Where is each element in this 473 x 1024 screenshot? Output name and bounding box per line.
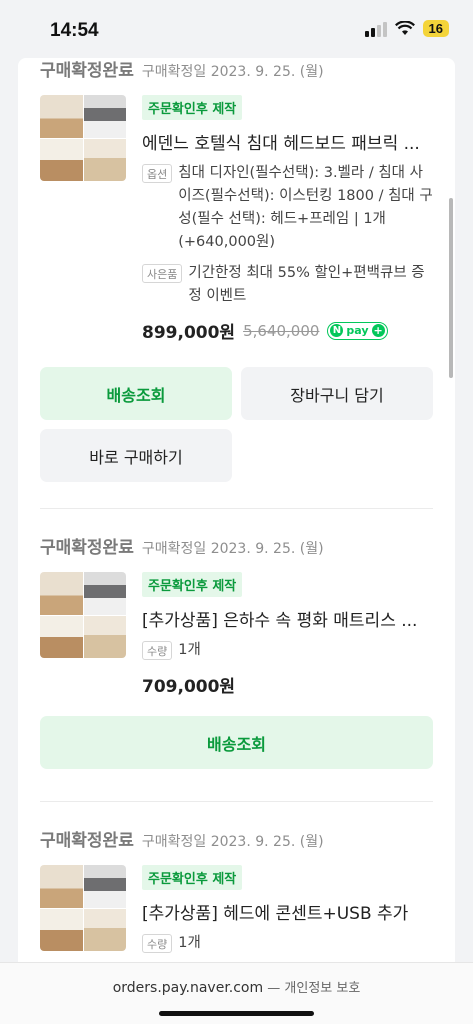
price-row: 899,000원 5,640,000 N pay + (142, 318, 433, 343)
confirm-date: 구매확정일 2023. 9. 25. (월) (141, 834, 324, 850)
home-indicator[interactable] (159, 1011, 314, 1016)
status-bar: 14:54 16 (0, 0, 473, 58)
battery-indicator: 16 (422, 20, 449, 37)
order-item: 구매확정완료 구매확정일 2023. 9. 25. (월) 주문확인후 제작 [… (18, 533, 455, 769)
option-tag: 옵션 (142, 164, 173, 183)
product-info: 주문확인후 제작 에덴느 호텔식 침대 헤드보드 패브릭 ... 옵션 침대 디… (142, 95, 433, 343)
order-list-page: 구매확정완료 구매확정일 2023. 9. 25. (월) 주문확인후 제작 에… (18, 58, 455, 978)
option-text: 침대 디자인(필수선택): 3.벨라 / 침대 사이즈(필수선택): 이스턴킹 … (178, 165, 433, 250)
product-row[interactable]: 주문확인후 제작 [추가상품] 은하수 속 평화 매트리스 ... 수량 1개 … (40, 572, 433, 697)
divider (40, 801, 433, 802)
product-thumbnail[interactable] (40, 95, 126, 181)
url-bar[interactable]: orders.pay.naver.com — 개인정보 보호 (0, 977, 473, 996)
quantity-text: 1개 (178, 642, 201, 658)
quantity-text: 1개 (178, 935, 201, 951)
product-thumbnail[interactable] (40, 572, 126, 658)
product-thumbnail[interactable] (40, 865, 126, 951)
npay-label: pay (346, 324, 369, 337)
status-icons: 16 (364, 20, 449, 37)
price-row: 709,000원 (142, 672, 433, 697)
order-item: 구매확정완료 구매확정일 2023. 9. 25. (월) 주문확인후 제작 에… (18, 58, 455, 482)
order-actions: 배송조회 장바구니 담기 바로 구매하기 (40, 367, 433, 482)
scrollbar[interactable] (449, 198, 453, 378)
quantity-row: 수량 1개 (142, 932, 433, 955)
made-to-order-badge: 주문확인후 제작 (142, 572, 243, 597)
order-header: 구매확정완료 구매확정일 2023. 9. 25. (월) (40, 533, 433, 558)
privacy-label: 개인정보 보호 (284, 981, 361, 996)
quantity-tag: 수량 (142, 641, 173, 660)
track-delivery-button[interactable]: 배송조회 (40, 367, 232, 420)
quantity-tag: 수량 (142, 934, 173, 953)
order-header: 구매확정완료 구매확정일 2023. 9. 25. (월) (40, 826, 433, 851)
gift-row: 사은품 기간한정 최대 55% 할인+편백큐브 증정 이벤트 (142, 262, 433, 308)
confirm-date: 구매확정일 2023. 9. 25. (월) (141, 64, 324, 80)
divider (40, 508, 433, 509)
order-status: 구매확정완료 (40, 538, 134, 558)
npay-n-icon: N (330, 324, 344, 337)
product-info: 주문확인후 제작 [추가상품] 은하수 속 평화 매트리스 ... 수량 1개 … (142, 572, 433, 697)
product-row[interactable]: 주문확인후 제작 [추가상품] 헤드에 콘센트+USB 추가 수량 1개 (40, 865, 433, 955)
url-domain: orders.pay.naver.com (112, 980, 264, 996)
price: 709,000원 (142, 677, 236, 697)
npay-plus-badge: N pay + (327, 321, 388, 340)
made-to-order-badge: 주문확인후 제작 (142, 865, 243, 890)
browser-bottom-bar: orders.pay.naver.com — 개인정보 보호 (0, 962, 473, 1024)
track-delivery-button[interactable]: 배송조회 (40, 716, 433, 769)
wifi-icon (394, 21, 415, 35)
product-row[interactable]: 주문확인후 제작 에덴느 호텔식 침대 헤드보드 패브릭 ... 옵션 침대 디… (40, 95, 433, 343)
price: 899,000원 (142, 323, 236, 343)
plus-icon: + (371, 324, 385, 337)
made-to-order-badge: 주문확인후 제작 (142, 95, 243, 120)
product-name[interactable]: 에덴느 호텔식 침대 헤드보드 패브릭 ... (142, 129, 433, 154)
confirm-date: 구매확정일 2023. 9. 25. (월) (141, 541, 324, 557)
product-name[interactable]: [추가상품] 헤드에 콘센트+USB 추가 (142, 899, 433, 924)
cellular-signal-icon (364, 21, 387, 37)
product-info: 주문확인후 제작 [추가상품] 헤드에 콘센트+USB 추가 수량 1개 (142, 865, 433, 955)
original-price: 5,640,000 (243, 321, 320, 340)
url-separator: — (263, 981, 285, 996)
quantity-row: 수량 1개 (142, 639, 433, 662)
add-to-cart-button[interactable]: 장바구니 담기 (241, 367, 433, 420)
order-item: 구매확정완료 구매확정일 2023. 9. 25. (월) 주문확인후 제작 [… (18, 826, 455, 955)
order-header: 구매확정완료 구매확정일 2023. 9. 25. (월) (40, 58, 433, 81)
product-name[interactable]: [추가상품] 은하수 속 평화 매트리스 ... (142, 606, 433, 631)
order-status: 구매확정완료 (40, 831, 134, 851)
buy-now-button[interactable]: 바로 구매하기 (40, 429, 232, 482)
option-row: 옵션 침대 디자인(필수선택): 3.벨라 / 침대 사이즈(필수선택): 이스… (142, 162, 433, 254)
gift-tag: 사은품 (142, 264, 183, 283)
status-time: 14:54 (50, 20, 99, 41)
order-status: 구매확정완료 (40, 61, 134, 81)
gift-text: 기간한정 최대 55% 할인+편백큐브 증정 이벤트 (188, 265, 425, 304)
